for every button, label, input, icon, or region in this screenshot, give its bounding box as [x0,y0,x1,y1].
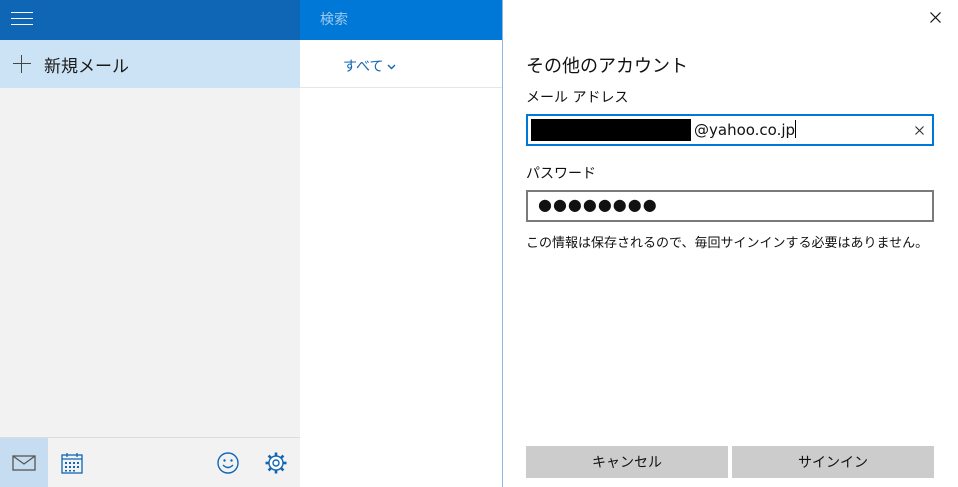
close-icon [914,125,924,135]
mail-icon [12,454,36,471]
mail-nav-button[interactable] [0,438,48,487]
email-value: @yahoo.co.jp [694,121,796,139]
smiley-icon [217,451,239,474]
feedback-button[interactable] [204,438,252,487]
chevron-down-icon [387,64,396,69]
account-dialog: その他のアカウント メール アドレス @yahoo.co.jp パスワード ●●… [502,0,958,487]
search-bar [300,0,502,40]
info-text: この情報は保存されるので、毎回サインインする必要はありません。 [526,236,929,251]
divider [300,87,502,88]
text-caret [795,120,797,138]
email-label: メール アドレス [526,90,629,106]
calendar-icon [61,452,83,474]
calendar-nav-button[interactable] [48,438,96,487]
message-list-pane: すべて [300,0,502,487]
sidebar: 新規メール [0,0,300,487]
filter-dropdown[interactable]: すべて [343,56,396,76]
signin-button[interactable]: サインイン [732,446,934,478]
dialog-title: その他のアカウント [526,56,688,77]
password-field[interactable]: ●●●●●●●● [526,190,934,222]
new-mail-button[interactable]: 新規メール [0,40,300,88]
hamburger-menu-icon[interactable] [11,12,33,28]
plus-icon [12,54,32,74]
filter-label: すべて [343,59,384,75]
sidebar-header [0,0,300,40]
cancel-button[interactable]: キャンセル [526,446,728,478]
search-input[interactable] [300,0,502,40]
email-value-wrap: @yahoo.co.jp [694,120,797,139]
close-icon [929,11,941,23]
email-field[interactable]: @yahoo.co.jp [526,114,934,146]
password-label: パスワード [526,166,596,182]
settings-button[interactable] [252,438,300,487]
mail-app-window: 新規メール 検索 すべて その他のアカウント メール アドレス @yahoo.c… [0,0,958,487]
gear-icon [265,452,287,473]
password-value: ●●●●●●●● [538,195,658,214]
redacted-block [531,119,691,141]
new-mail-label: 新規メール [44,56,129,77]
close-button[interactable] [925,7,945,27]
clear-field-button[interactable] [912,123,926,137]
